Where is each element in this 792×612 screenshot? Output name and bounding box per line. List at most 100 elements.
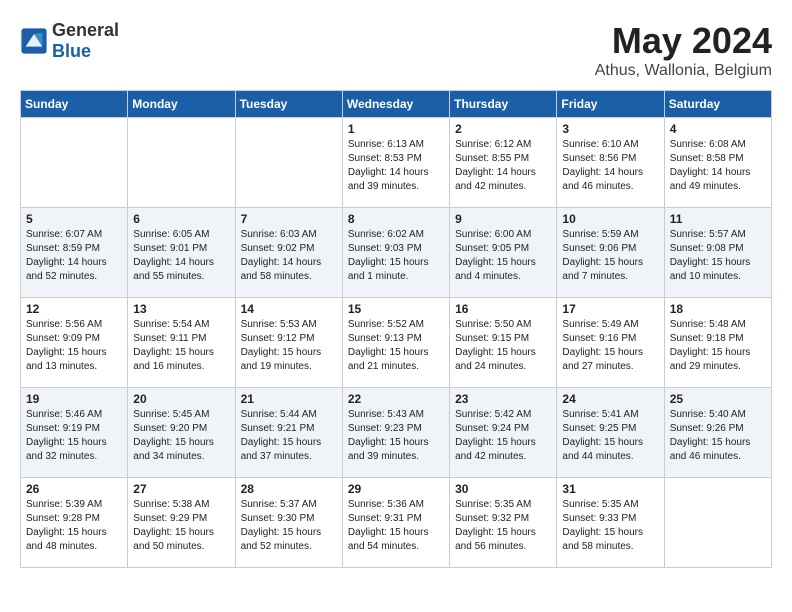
weekday-header: Wednesday (342, 91, 449, 118)
day-number: 13 (133, 302, 229, 316)
day-number: 27 (133, 482, 229, 496)
day-info: Sunrise: 5:42 AM Sunset: 9:24 PM Dayligh… (455, 408, 551, 464)
calendar-cell: 23 Sunrise: 5:42 AM Sunset: 9:24 PM Dayli… (450, 388, 557, 478)
weekday-header: Friday (557, 91, 664, 118)
day-info: Sunrise: 5:36 AM Sunset: 9:31 PM Dayligh… (348, 498, 444, 554)
logo: General Blue (20, 20, 119, 62)
day-info: Sunrise: 5:45 AM Sunset: 9:20 PM Dayligh… (133, 408, 229, 464)
day-number: 9 (455, 212, 551, 226)
day-info: Sunrise: 6:00 AM Sunset: 9:05 PM Dayligh… (455, 228, 551, 284)
calendar-cell: 3Sunrise: 6:10 AM Sunset: 8:56 PM Daylig… (557, 118, 664, 208)
calendar-cell: 8 Sunrise: 6:02 AM Sunset: 9:03 PM Daylig… (342, 208, 449, 298)
calendar-cell: 1Sunrise: 6:13 AM Sunset: 8:53 PM Daylig… (342, 118, 449, 208)
day-number: 8 (348, 212, 444, 226)
day-number: 16 (455, 302, 551, 316)
calendar-cell: 22 Sunrise: 5:43 AM Sunset: 9:23 PM Dayli… (342, 388, 449, 478)
calendar-week-row: 12 Sunrise: 5:56 AM Sunset: 9:09 PM Dayli… (21, 298, 772, 388)
calendar-table: SundayMondayTuesdayWednesdayThursdayFrid… (20, 90, 772, 568)
calendar-cell: 16 Sunrise: 5:50 AM Sunset: 9:15 PM Dayli… (450, 298, 557, 388)
calendar-cell: 11 Sunrise: 5:57 AM Sunset: 9:08 PM Dayli… (664, 208, 771, 298)
day-info: Sunrise: 5:59 AM Sunset: 9:06 PM Dayligh… (562, 228, 658, 284)
weekday-header: Thursday (450, 91, 557, 118)
day-info: Sunrise: 5:49 AM Sunset: 9:16 PM Dayligh… (562, 318, 658, 374)
day-number: 11 (670, 212, 766, 226)
day-info: Sunrise: 6:12 AM Sunset: 8:55 PM Dayligh… (455, 138, 551, 194)
weekday-header: Tuesday (235, 91, 342, 118)
calendar-cell: 14Sunrise: 5:53 AM Sunset: 9:12 PM Dayli… (235, 298, 342, 388)
day-info: Sunrise: 5:50 AM Sunset: 9:15 PM Dayligh… (455, 318, 551, 374)
calendar-cell: 30Sunrise: 5:35 AM Sunset: 9:32 PM Dayli… (450, 478, 557, 568)
calendar-cell: 12 Sunrise: 5:56 AM Sunset: 9:09 PM Dayli… (21, 298, 128, 388)
day-number: 26 (26, 482, 122, 496)
day-number: 28 (241, 482, 337, 496)
day-number: 20 (133, 392, 229, 406)
calendar-cell: 26 Sunrise: 5:39 AM Sunset: 9:28 PM Dayli… (21, 478, 128, 568)
weekday-header: Monday (128, 91, 235, 118)
day-info: Sunrise: 5:41 AM Sunset: 9:25 PM Dayligh… (562, 408, 658, 464)
calendar-cell: 25Sunrise: 5:40 AM Sunset: 9:26 PM Dayli… (664, 388, 771, 478)
weekday-header: Sunday (21, 91, 128, 118)
calendar-cell (21, 118, 128, 208)
day-info: Sunrise: 5:57 AM Sunset: 9:08 PM Dayligh… (670, 228, 766, 284)
day-number: 7 (241, 212, 337, 226)
calendar-week-row: 19Sunrise: 5:46 AM Sunset: 9:19 PM Dayli… (21, 388, 772, 478)
calendar-cell: 10Sunrise: 5:59 AM Sunset: 9:06 PM Dayli… (557, 208, 664, 298)
calendar-week-row: 26 Sunrise: 5:39 AM Sunset: 9:28 PM Dayli… (21, 478, 772, 568)
day-number: 6 (133, 212, 229, 226)
day-number: 15 (348, 302, 444, 316)
day-number: 21 (241, 392, 337, 406)
day-info: Sunrise: 6:07 AM Sunset: 8:59 PM Dayligh… (26, 228, 122, 284)
day-info: Sunrise: 6:08 AM Sunset: 8:58 PM Dayligh… (670, 138, 766, 194)
logo-general-text: General (52, 20, 119, 41)
calendar-cell: 29 Sunrise: 5:36 AM Sunset: 9:31 PM Dayli… (342, 478, 449, 568)
calendar-cell (664, 478, 771, 568)
day-info: Sunrise: 5:54 AM Sunset: 9:11 PM Dayligh… (133, 318, 229, 374)
day-number: 12 (26, 302, 122, 316)
day-number: 18 (670, 302, 766, 316)
day-info: Sunrise: 5:37 AM Sunset: 9:30 PM Dayligh… (241, 498, 337, 554)
calendar-cell: 15 Sunrise: 5:52 AM Sunset: 9:13 PM Dayli… (342, 298, 449, 388)
logo-icon (20, 27, 48, 55)
day-info: Sunrise: 6:10 AM Sunset: 8:56 PM Dayligh… (562, 138, 658, 194)
weekday-header-row: SundayMondayTuesdayWednesdayThursdayFrid… (21, 91, 772, 118)
day-info: Sunrise: 5:48 AM Sunset: 9:18 PM Dayligh… (670, 318, 766, 374)
day-number: 30 (455, 482, 551, 496)
day-info: Sunrise: 5:46 AM Sunset: 9:19 PM Dayligh… (26, 408, 122, 464)
day-number: 17 (562, 302, 658, 316)
day-number: 14 (241, 302, 337, 316)
day-info: Sunrise: 5:40 AM Sunset: 9:26 PM Dayligh… (670, 408, 766, 464)
day-number: 24 (562, 392, 658, 406)
day-number: 4 (670, 122, 766, 136)
day-info: Sunrise: 6:02 AM Sunset: 9:03 PM Dayligh… (348, 228, 444, 284)
calendar-cell: 20 Sunrise: 5:45 AM Sunset: 9:20 PM Dayli… (128, 388, 235, 478)
calendar-cell: 27Sunrise: 5:38 AM Sunset: 9:29 PM Dayli… (128, 478, 235, 568)
day-info: Sunrise: 5:56 AM Sunset: 9:09 PM Dayligh… (26, 318, 122, 374)
calendar-cell: 19Sunrise: 5:46 AM Sunset: 9:19 PM Dayli… (21, 388, 128, 478)
calendar-cell: 4 Sunrise: 6:08 AM Sunset: 8:58 PM Daylig… (664, 118, 771, 208)
day-number: 23 (455, 392, 551, 406)
day-number: 1 (348, 122, 444, 136)
calendar-cell: 18 Sunrise: 5:48 AM Sunset: 9:18 PM Dayli… (664, 298, 771, 388)
page-header: General Blue May 2024 Athus, Wallonia, B… (20, 20, 772, 80)
calendar-cell (235, 118, 342, 208)
month-year-title: May 2024 (595, 20, 772, 62)
day-number: 29 (348, 482, 444, 496)
calendar-cell: 24 Sunrise: 5:41 AM Sunset: 9:25 PM Dayli… (557, 388, 664, 478)
day-info: Sunrise: 5:39 AM Sunset: 9:28 PM Dayligh… (26, 498, 122, 554)
calendar-cell: 6 Sunrise: 6:05 AM Sunset: 9:01 PM Daylig… (128, 208, 235, 298)
calendar-cell: 28 Sunrise: 5:37 AM Sunset: 9:30 PM Dayli… (235, 478, 342, 568)
location-subtitle: Athus, Wallonia, Belgium (595, 62, 772, 80)
calendar-cell: 31Sunrise: 5:35 AM Sunset: 9:33 PM Dayli… (557, 478, 664, 568)
day-info: Sunrise: 5:43 AM Sunset: 9:23 PM Dayligh… (348, 408, 444, 464)
calendar-cell: 21Sunrise: 5:44 AM Sunset: 9:21 PM Dayli… (235, 388, 342, 478)
day-info: Sunrise: 5:52 AM Sunset: 9:13 PM Dayligh… (348, 318, 444, 374)
day-info: Sunrise: 6:03 AM Sunset: 9:02 PM Dayligh… (241, 228, 337, 284)
logo-text: General Blue (52, 20, 119, 62)
day-number: 5 (26, 212, 122, 226)
calendar-cell: 2Sunrise: 6:12 AM Sunset: 8:55 PM Daylig… (450, 118, 557, 208)
day-info: Sunrise: 5:35 AM Sunset: 9:33 PM Dayligh… (562, 498, 658, 554)
calendar-cell: 13 Sunrise: 5:54 AM Sunset: 9:11 PM Dayli… (128, 298, 235, 388)
day-info: Sunrise: 6:05 AM Sunset: 9:01 PM Dayligh… (133, 228, 229, 284)
day-number: 22 (348, 392, 444, 406)
title-block: May 2024 Athus, Wallonia, Belgium (595, 20, 772, 80)
